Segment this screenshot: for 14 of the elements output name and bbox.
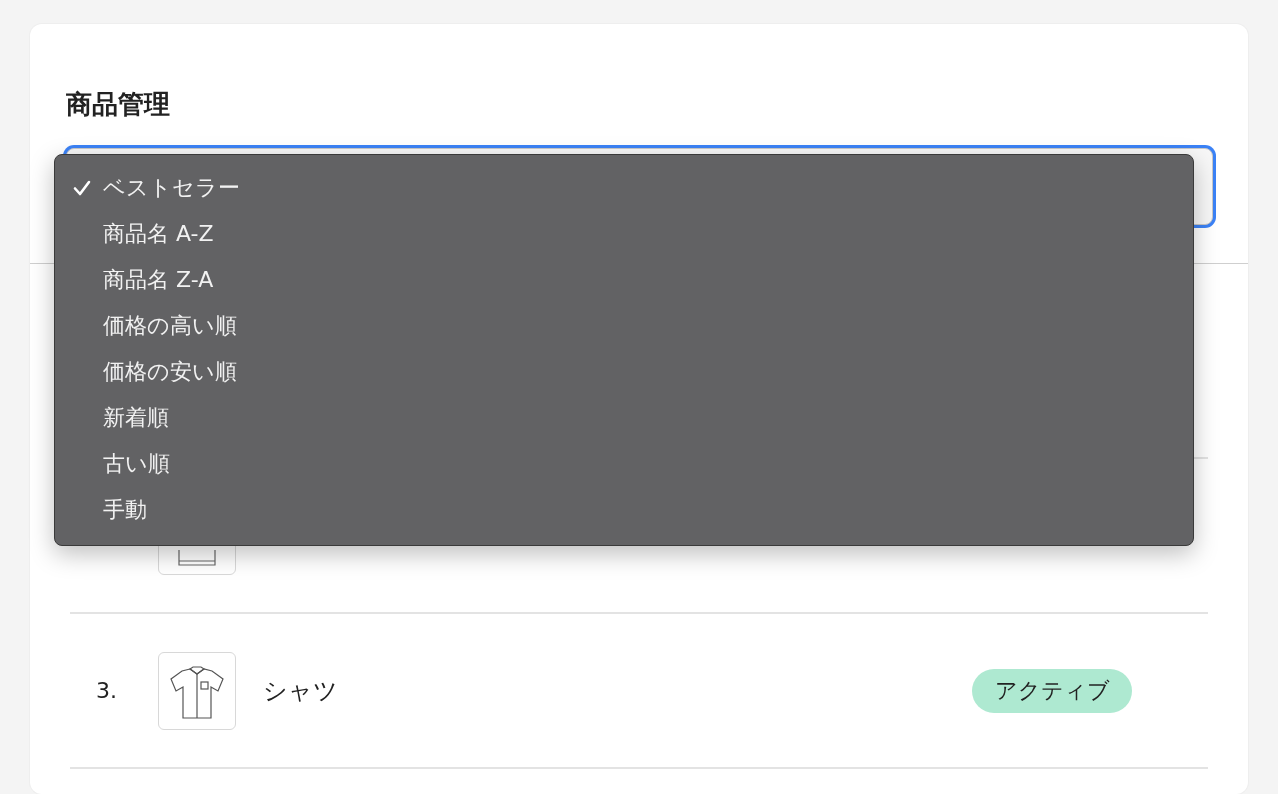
menu-option[interactable]: 新着順	[55, 395, 1193, 441]
menu-option[interactable]: 商品名 Z-A	[55, 257, 1193, 303]
menu-option[interactable]: ベストセラー	[55, 165, 1193, 211]
menu-option[interactable]: 古い順	[55, 441, 1193, 487]
menu-option[interactable]: 商品名 A-Z	[55, 211, 1193, 257]
folded-item-icon	[177, 549, 217, 566]
row-number: 3.	[95, 678, 118, 703]
status-badge: アクティブ	[972, 668, 1132, 713]
menu-option[interactable]: 価格の高い順	[55, 303, 1193, 349]
menu-option[interactable]: 手動	[55, 487, 1193, 533]
product-name: シャツ	[263, 675, 339, 707]
page-title: 商品管理	[66, 88, 171, 120]
menu-option[interactable]: 価格の安い順	[55, 349, 1193, 395]
checkmark-icon	[73, 179, 91, 197]
